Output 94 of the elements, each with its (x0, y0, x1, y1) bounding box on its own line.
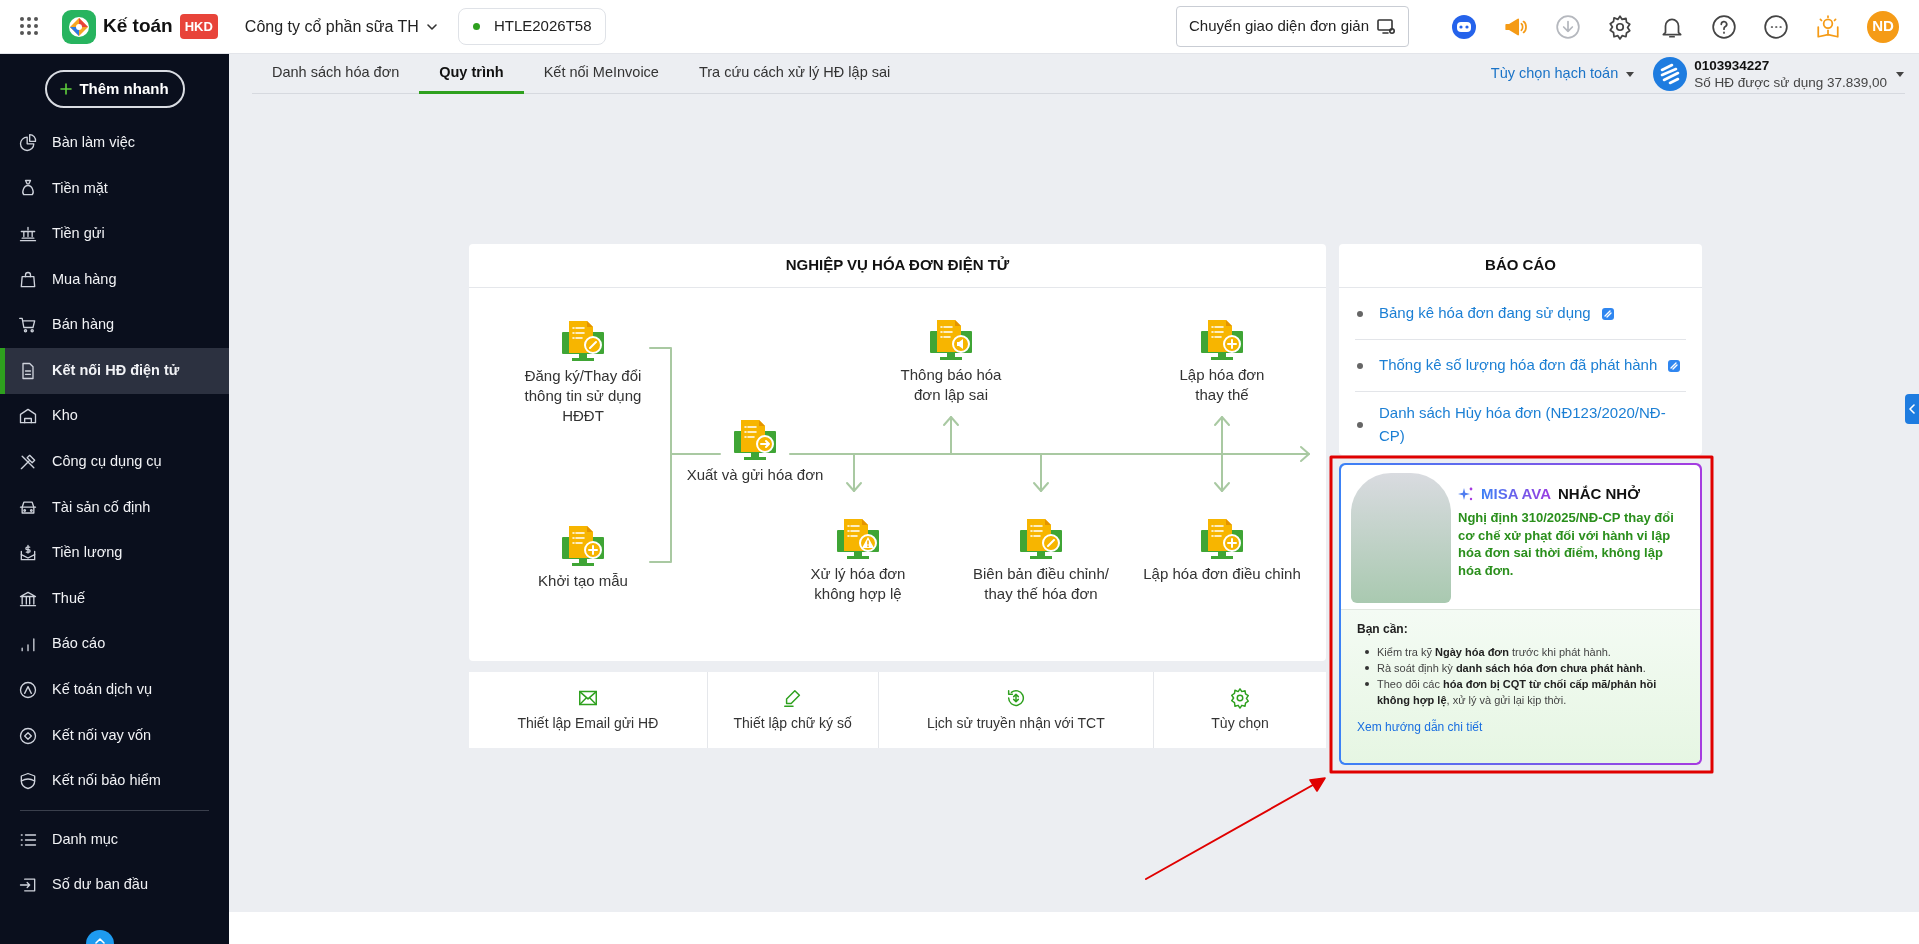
settings-icon (1229, 686, 1252, 709)
invoice-announce-icon[interactable] (927, 317, 975, 363)
reminder-title: NHẮC NHỞ (1558, 484, 1640, 504)
sidebar-item[interactable]: Bán hàng (0, 302, 229, 348)
app-logo-icon[interactable] (62, 9, 96, 44)
bullet (1365, 682, 1369, 686)
more-options-icon[interactable] (1763, 13, 1789, 40)
shortcut-button[interactable]: Lịch sử truyền nhận với TCT (878, 672, 1155, 748)
bank-icon (18, 224, 38, 244)
step-label[interactable]: Xuất và gửi hóa đơn (686, 465, 824, 485)
invoice-add-icon[interactable] (559, 523, 607, 569)
reminder-tip: Rà soát định kỳ danh sách hóa đơn chưa phát hành. (1377, 661, 1646, 676)
panel-toggle-handle[interactable] (1905, 394, 1919, 424)
apps-grid-icon[interactable] (20, 16, 40, 37)
reminder-intro: Bạn cần: (1357, 621, 1409, 638)
tab[interactable]: Kết nối MeInvoice (523, 54, 679, 94)
loan-icon (18, 725, 38, 746)
sparkle-icon (1458, 486, 1474, 503)
monitor-gear-icon (1376, 17, 1396, 36)
invoice-add-icon[interactable] (1198, 516, 1246, 562)
tab[interactable]: Quy trình (419, 54, 524, 94)
step-label[interactable]: Biên bản điều chỉnh/ thay thế hóa đơn (966, 564, 1116, 604)
sidebar-item[interactable]: Báo cáo (0, 621, 229, 668)
sidebar-item[interactable]: Công cụ dụng cụ (0, 439, 229, 485)
shortcut-button[interactable]: Thiết lập Email gửi HĐ (469, 672, 708, 748)
tab[interactable]: Danh sách hóa đơn (252, 54, 420, 94)
invoice-send-icon[interactable] (731, 417, 779, 463)
robot-icon[interactable] (1451, 13, 1477, 40)
bullet (1357, 421, 1363, 428)
sidebar-item[interactable]: Tiền mặt (0, 165, 229, 212)
bullet (1357, 310, 1363, 317)
shortcut-button[interactable]: Thiết lập chữ ký số (707, 672, 879, 748)
sidebar-item[interactable]: Tiền lương (0, 530, 229, 576)
card-title: NGHIỆP VỤ HÓA ĐƠN ĐIỆN TỬ (785, 255, 1010, 276)
sidebar-item[interactable]: Kho (0, 393, 229, 440)
card-title: BÁO CÁO (1485, 255, 1556, 276)
app-name: Kế toán (103, 14, 173, 39)
chevron-left-icon (1908, 404, 1916, 414)
chevron-up-icon (94, 935, 106, 944)
sidebar-item[interactable]: Kết nối bảo hiểm (0, 758, 229, 804)
invoice-warning-icon[interactable] (834, 516, 882, 562)
settings-icon[interactable] (1607, 13, 1633, 40)
step-label[interactable]: Đăng ký/Thay đổi thông tin sử dụng HĐĐT (524, 366, 642, 426)
guide-link[interactable]: Xem hướng dẫn chi tiết (1357, 720, 1483, 734)
plus-icon (60, 83, 73, 95)
lightbulb-book-icon[interactable] (1815, 13, 1841, 40)
pie-chart-icon (18, 132, 38, 153)
sidebar-item[interactable]: Tiền gửi (0, 211, 229, 257)
reminder-headline: Nghị định 310/2025/NĐ-CP thay đổi cơ chế xử phạt đối với hành vi lập hóa đơn sai thời điểm, không lập hóa đơn. (1458, 509, 1675, 579)
sidebar-item[interactable]: Số dư ban đầu (0, 862, 229, 909)
shopping-bag-icon (18, 269, 38, 290)
shield-icon (18, 771, 38, 792)
help-icon[interactable] (1711, 13, 1737, 40)
bullet (1365, 650, 1369, 654)
invoice-edit-icon[interactable] (1017, 516, 1065, 562)
sidebar-item[interactable]: Thuế (0, 575, 229, 622)
database-selector[interactable]: HTLE2026T58 (457, 8, 607, 45)
invoice-usage: Số HĐ được sử dụng 37.839,00 (1694, 73, 1887, 91)
sidebar-item[interactable]: Mua hàng (0, 256, 229, 303)
company-dropdown[interactable]: Công ty cổ phần sữa TH (238, 13, 444, 40)
report-link[interactable]: Danh sách Hủy hóa đơn (NĐ123/2020/NĐ-CP) (1379, 402, 1686, 447)
reminder-tip: Kiểm tra kỹ Ngày hóa đơn trước khi phát hành. (1377, 645, 1611, 660)
reminder-tip: Theo dõi các hóa đơn bị CQT từ chối cấp mã/phản hồi không hợp lệ, xử lý và gửi lại kịp thời. (1377, 677, 1658, 708)
report-link[interactable]: Bảng kê hóa đơn đang sử dụng (1379, 302, 1591, 325)
step-label[interactable]: Thông báo hóa đơn lập sai (896, 365, 1006, 405)
sidebar-item[interactable]: Danh mục (0, 816, 229, 863)
step-label[interactable]: Khởi tạo mẫu (538, 571, 628, 591)
sidebar-item[interactable]: Kế toán dịch vụ (0, 667, 229, 713)
sidebar-item[interactable]: Bàn làm việc (0, 120, 229, 166)
sidebar-item[interactable]: Kết nối vay vốn (0, 712, 229, 759)
switch-interface-button[interactable]: Chuyển giao diện đơn giản (1176, 6, 1409, 47)
step-label[interactable]: Lập hóa đơn điều chỉnh (1143, 564, 1301, 584)
report-link[interactable]: Thống kê số lượng hóa đơn đã phát hành (1379, 354, 1658, 377)
shortcut-button[interactable]: Tùy chọn (1154, 672, 1326, 748)
quick-add-button[interactable]: Thêm nhanh (44, 70, 185, 108)
download-icon[interactable] (1555, 13, 1581, 40)
sidebar-item[interactable]: Kết nối HĐ điện tử (0, 347, 229, 394)
step-label[interactable]: Lập hóa đơn thay thế (1172, 365, 1272, 405)
accounting-options-link[interactable]: Tùy chọn hạch toán (1490, 62, 1636, 85)
step-label[interactable]: Xử lý hóa đơn không hợp lệ (800, 564, 916, 604)
tax-code: 0103934227 (1694, 56, 1771, 74)
connector-arrow (1033, 453, 1049, 492)
invoice-add-icon[interactable] (1198, 317, 1246, 363)
bullet (1357, 362, 1363, 369)
cart-icon (18, 315, 38, 336)
sidebar-item[interactable]: Tài sản cố định (0, 484, 229, 531)
bullet (1365, 666, 1369, 670)
service-icon (18, 679, 38, 700)
edition-badge: HKD (179, 13, 218, 40)
connector-arrow (943, 416, 959, 455)
invoice-service-logo-icon (1653, 56, 1688, 91)
tab[interactable]: Tra cứu cách xử lý HĐ lập sai (678, 54, 911, 94)
invoice-edit-icon[interactable] (559, 318, 607, 364)
connector-arrow (846, 453, 862, 492)
